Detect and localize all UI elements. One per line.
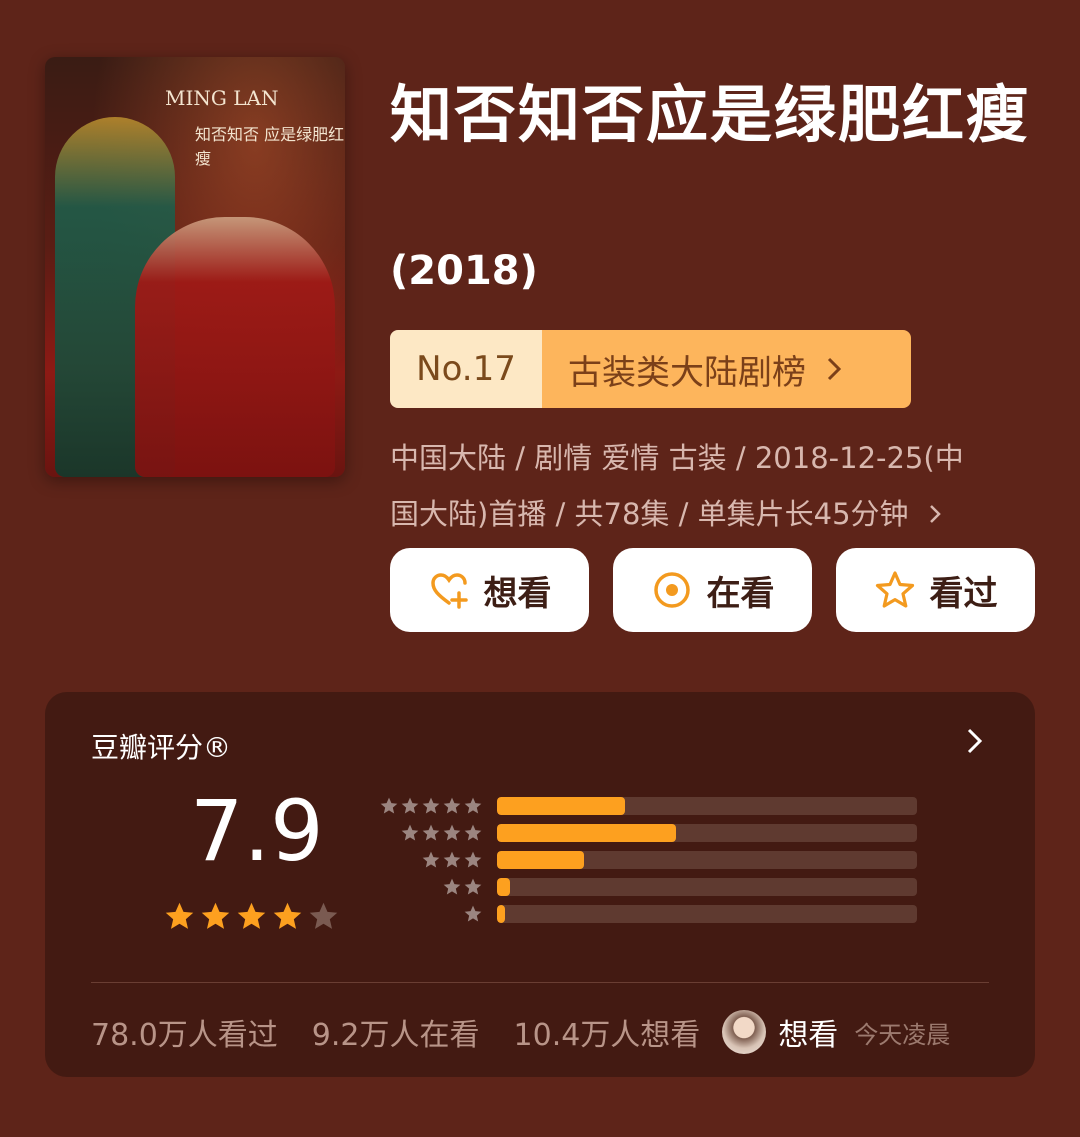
- bar-fill: [497, 796, 626, 815]
- star-outline-icon: [875, 571, 914, 608]
- star-icon: [201, 902, 230, 929]
- rating-stars: [163, 900, 340, 933]
- chevron-right-icon: [929, 505, 941, 523]
- bar-track: [497, 904, 917, 923]
- bar-stars: [377, 904, 497, 924]
- card-divider: [91, 982, 989, 983]
- star-icon: [237, 902, 266, 929]
- poster-image[interactable]: MING LAN 知否知否 应是绿肥红瘦: [45, 57, 345, 477]
- small-star-icon: [422, 797, 440, 813]
- small-star-icon: [422, 824, 440, 840]
- rating-distribution: [377, 792, 917, 927]
- star-icon: [165, 902, 194, 929]
- small-star-icon: [443, 851, 461, 867]
- recent-time: 今天凌晨: [854, 1020, 951, 1049]
- bar-track: [497, 850, 917, 869]
- small-star-icon: [401, 797, 419, 813]
- movie-year: (2018): [390, 248, 538, 294]
- bar-stars: [377, 823, 497, 843]
- want-label: 想看: [483, 573, 552, 614]
- chevron-right-icon[interactable]: [961, 728, 987, 754]
- watched-label: 看过: [929, 573, 998, 614]
- rank-list-name: 古装类大陆剧榜: [568, 352, 806, 393]
- poster-figure-right: [135, 217, 335, 477]
- heart-plus-icon: [430, 573, 468, 609]
- rank-list: 古装类大陆剧榜: [542, 330, 911, 408]
- movie-meta[interactable]: 中国大陆 / 剧情 爱情 古装 / 2018-12-25(中 国大陆)首播 / …: [390, 430, 1030, 542]
- bar-track: [497, 796, 917, 815]
- recent-action: 想看: [778, 1018, 839, 1053]
- bar-stars: [377, 850, 497, 870]
- small-star-icon: [464, 851, 482, 867]
- avatar[interactable]: [722, 1010, 767, 1054]
- want-count[interactable]: 10.4万人想看: [514, 1010, 701, 1054]
- bar-stars: [377, 877, 497, 897]
- rating-row-3: [377, 846, 917, 873]
- watching-label: 在看: [706, 573, 775, 614]
- rank-number: No.17: [390, 330, 542, 408]
- rating-row-2: [377, 873, 917, 900]
- small-star-icon: [464, 824, 482, 840]
- poster-subtitle: 知否知否 应是绿肥红瘦: [195, 125, 345, 168]
- bar-fill: [497, 904, 506, 923]
- stats-row: 78.0万人看过 9.2万人在看 10.4万人想看 想看 今天凌晨: [91, 1010, 991, 1054]
- poster-title: MING LAN: [165, 86, 279, 110]
- small-star-icon: [380, 797, 398, 813]
- bar-stars: [377, 796, 497, 816]
- rating-row-4: [377, 819, 917, 846]
- rating-row-1: [377, 900, 917, 927]
- meta-line-2: 国大陆)首播 / 共78集 / 单集片长45分钟: [390, 497, 909, 531]
- small-star-icon: [443, 878, 461, 894]
- meta-line-1: 中国大陆 / 剧情 爱情 古装 / 2018-12-25(中: [390, 441, 964, 475]
- action-buttons: 想看 在看 看过: [390, 548, 1035, 632]
- rating-card[interactable]: 豆瓣评分® 7.9 78.0万人看过 9.2万人在看 10.4万人想看 想看 今…: [45, 692, 1035, 1077]
- want-button[interactable]: 想看: [390, 548, 589, 632]
- small-star-icon: [422, 851, 440, 867]
- meta-line-2-wrap: 国大陆)首播 / 共78集 / 单集片长45分钟: [390, 486, 1030, 542]
- rating-row-5: [377, 792, 917, 819]
- small-star-icon: [443, 797, 461, 813]
- bar-track: [497, 823, 917, 842]
- watched-button[interactable]: 看过: [836, 548, 1035, 632]
- star-icon: [273, 902, 302, 929]
- small-star-icon: [464, 905, 482, 921]
- target-icon: [653, 572, 690, 608]
- watched-count[interactable]: 78.0万人看过: [91, 1010, 278, 1054]
- bar-fill: [497, 877, 511, 896]
- chevron-right-icon: [827, 357, 842, 381]
- rating-score: 7.9: [190, 782, 324, 880]
- small-star-icon: [464, 878, 482, 894]
- star-icon: [309, 902, 338, 929]
- movie-title: 知否知否应是绿肥红瘦: [390, 78, 1031, 151]
- bar-track: [497, 877, 917, 896]
- rank-badge[interactable]: No.17 古装类大陆剧榜: [390, 330, 911, 408]
- rating-label: 豆瓣评分®: [91, 731, 232, 764]
- small-star-icon: [443, 824, 461, 840]
- watching-button[interactable]: 在看: [613, 548, 812, 632]
- bar-fill: [497, 850, 584, 869]
- small-star-icon: [464, 797, 482, 813]
- small-star-icon: [401, 824, 419, 840]
- watching-count[interactable]: 9.2万人在看: [312, 1010, 480, 1054]
- bar-fill: [497, 823, 676, 842]
